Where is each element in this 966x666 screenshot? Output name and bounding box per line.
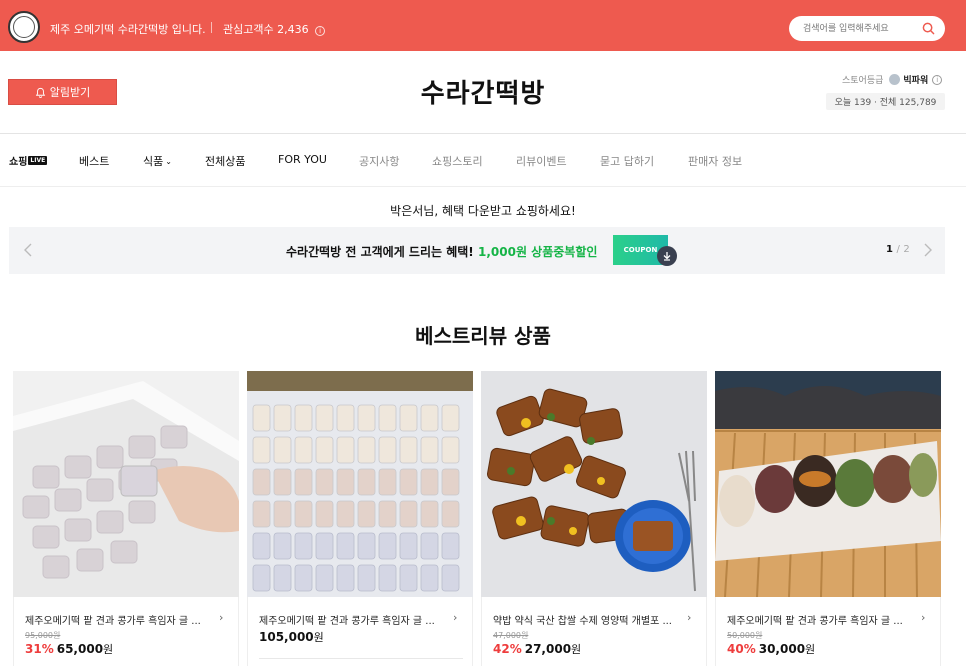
product-info: 약밥 약식 국산 찹쌀 수제 영양떡 개별포 ... › 47,000원 42%… [481,597,707,666]
banner-message: 수라간떡방 전 고객에게 드리는 혜택! [286,245,474,259]
search-input[interactable] [803,21,921,36]
product-card[interactable]: 약밥 약식 국산 찹쌀 수제 영양떡 개별포 ... › 47,000원 42%… [481,371,707,666]
discount-rate: 31% [25,642,54,656]
download-icon[interactable] [657,246,677,266]
grade-label: 스토어등급 [842,76,884,86]
welcome-message: 박은서님, 혜택 다운받고 쇼핑하세요! [390,204,576,218]
sale-price: 105,000 [259,630,314,644]
info-icon[interactable]: i [315,26,326,36]
nav-for-you[interactable]: FOR YOU [278,153,327,166]
pager-separator: / [896,244,900,255]
product-name[interactable]: 제주오메기떡 팥 견과 콩가루 흑임자 글 ... [259,612,449,627]
nav-food-label: 식품 [143,155,164,168]
grade-badge-icon [889,74,901,85]
divider [259,658,463,659]
nav-qna[interactable]: 묻고 답하기 [600,153,654,169]
visit-count: 오늘 139 · 전체 125,789 [826,93,945,110]
interest-count: 관심고객수 2,436 i [223,21,326,37]
sale-price: 30,000 [758,642,806,656]
price-row: 40% 30,000원 [727,641,815,657]
product-image[interactable] [13,371,239,597]
chevron-down-icon: ⌄ [165,157,172,166]
currency: 원 [805,643,816,656]
product-info: 제주오메기떡 팥 견과 콩가루 흑임자 글 ... › 95,000원 31% 6… [13,597,239,666]
product-name[interactable]: 제주오메기떡 팥 견과 콩가루 흑임자 글 ... [727,612,917,627]
interest-label: 관심고객수 [223,23,274,36]
store-logo[interactable] [8,11,40,43]
banner-text: 수라간떡방 전 고객에게 드리는 혜택! 1,000원 상품중복할인 [286,243,597,260]
sale-price: 27,000 [524,642,572,656]
banner-pager: 1 / 2 [886,244,910,255]
banner-highlight: 1,000원 상품중복할인 [477,245,598,259]
interest-value: 2,436 [277,23,309,36]
product-name[interactable]: 약밥 약식 국산 찹쌀 수제 영양떡 개별포 ... [493,612,683,627]
product-card[interactable]: 제주오메기떡 팥 견과 콩가루 흑임자 글 ... › 95,000원 31% 6… [13,371,239,666]
download-arrow-icon [663,252,671,261]
top-bar: 제주 오메기떡 수라간떡방 입니다. 관심고객수 2,436 i [0,0,966,51]
divider [0,186,966,187]
original-price: 47,000원 [493,631,529,640]
currency: 원 [103,643,114,656]
chevron-right-icon[interactable]: › [921,611,925,624]
live-logo-text: 쇼핑 [9,157,28,168]
nav-review-event[interactable]: 리뷰이벤트 [516,153,567,169]
grade-value: 빅파워 [903,76,929,86]
store-grade: 스토어등급 빅파워 i [842,73,943,86]
search-box [789,16,945,41]
info-icon[interactable]: i [932,74,943,85]
pager-total: 2 [903,244,910,255]
nav-shopping-story[interactable]: 쇼핑스토리 [432,153,483,169]
currency: 원 [571,643,582,656]
price-row: 105,000원 [259,629,324,645]
price-row: 42% 27,000원 [493,641,581,657]
nav-seller-info[interactable]: 판매자 정보 [688,153,742,169]
product-info: 제주오메기떡 팥 견과 콩가루 흑임자 글 ... › 50,000원 40% 3… [715,597,941,666]
search-icon[interactable] [922,22,935,35]
chevron-right-icon[interactable]: › [687,611,691,624]
product-image[interactable] [481,371,707,597]
price-row: 31% 65,000원 [25,641,113,657]
product-card[interactable]: 제주오메기떡 팥 견과 콩가루 흑임자 글 ... › 50,000원 40% 3… [715,371,941,666]
section-title: 베스트리뷰 상품 [415,324,551,348]
currency: 원 [313,631,324,644]
shopping-live-logo[interactable]: 쇼핑 LIVE [9,153,48,168]
nav-food[interactable]: 식품 ⌄ [143,153,172,169]
nav-best[interactable]: 베스트 [79,153,109,169]
product-info: 제주오메기떡 팥 견과 콩가루 흑임자 글 ... › 105,000원 [247,597,473,666]
store-logo-emblem [13,16,35,38]
discount-rate: 42% [493,642,522,656]
original-price: 95,000원 [25,631,61,640]
nav-notice[interactable]: 공지사항 [359,153,399,169]
store-description: 제주 오메기떡 수라간떡방 입니다. [50,23,206,36]
store-nav: 쇼핑 LIVE 베스트 식품 ⌄ 전체상품 FOR YOU 공지사항 쇼핑스토리 리… [0,134,966,186]
product-card[interactable]: 제주오메기떡 팥 견과 콩가루 흑임자 글 ... › 105,000원 [247,371,473,666]
discount-rate: 40% [727,642,756,656]
product-image[interactable] [247,371,473,597]
chevron-right-icon[interactable] [921,241,935,259]
chevron-right-icon[interactable]: › [219,611,223,624]
nav-all-products[interactable]: 전체상품 [205,153,245,169]
divider [211,22,212,33]
live-badge: LIVE [28,156,48,165]
original-price: 50,000원 [727,631,763,640]
chevron-left-icon[interactable] [21,241,35,259]
sale-price: 65,000 [56,642,104,656]
coupon-banner: 수라간떡방 전 고객에게 드리는 혜택! 1,000원 상품중복할인 COUPO… [9,227,945,274]
product-name[interactable]: 제주오메기떡 팥 견과 콩가루 흑임자 글 ... [25,612,215,627]
store-title[interactable]: 수라간떡방 [0,73,966,110]
pager-current: 1 [886,244,893,255]
chevron-right-icon[interactable]: › [453,611,457,624]
product-image[interactable] [715,371,941,597]
